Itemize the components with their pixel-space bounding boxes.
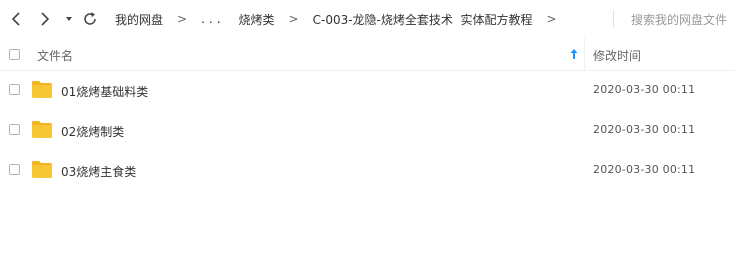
search-divider <box>613 10 614 28</box>
row-checkbox[interactable] <box>9 124 20 135</box>
breadcrumb-item-ellipsis[interactable]: ... <box>201 12 224 26</box>
folder-icon <box>32 161 52 178</box>
column-header-name[interactable]: 文件名 <box>37 47 73 64</box>
arrow-up-icon[interactable] <box>569 48 579 60</box>
file-modified-time: 2020-03-30 00:11 <box>593 83 696 96</box>
file-modified-time: 2020-03-30 00:11 <box>593 163 696 176</box>
breadcrumb-separator: > <box>546 12 557 26</box>
caret-down-icon <box>66 17 72 21</box>
row-checkbox[interactable] <box>9 164 20 175</box>
breadcrumb-separator: > <box>177 12 188 26</box>
breadcrumb: 我的网盘 > ... 烧烤类 > C-003-龙隐-烧烤全套技术 实体配方教程 … <box>115 0 571 38</box>
forward-button[interactable] <box>36 9 54 29</box>
breadcrumb-item-category[interactable]: 烧烤类 <box>239 11 275 28</box>
file-name[interactable]: 03烧烤主食类 <box>61 163 136 180</box>
toolbar: 我的网盘 > ... 烧烤类 > C-003-龙隐-烧烤全套技术 实体配方教程 … <box>0 0 735 38</box>
column-header-modified[interactable]: 修改时间 <box>593 47 641 64</box>
row-checkbox[interactable] <box>9 84 20 95</box>
file-name[interactable]: 02烧烤制类 <box>61 123 124 140</box>
refresh-button[interactable] <box>80 9 100 29</box>
refresh-icon <box>84 12 96 25</box>
file-list-header: 文件名 修改时间 <box>0 38 735 71</box>
chevron-left-icon <box>11 12 20 26</box>
breadcrumb-separator: > <box>288 12 299 26</box>
table-row[interactable]: 03烧烤主食类 2020-03-30 00:11 <box>0 150 735 190</box>
folder-icon <box>32 81 52 98</box>
file-modified-time: 2020-03-30 00:11 <box>593 123 696 136</box>
breadcrumb-item-current[interactable]: C-003-龙隐-烧烤全套技术 实体配方教程 <box>313 11 533 28</box>
breadcrumb-item-root[interactable]: 我的网盘 <box>115 11 163 28</box>
file-name[interactable]: 01烧烤基础料类 <box>61 83 148 100</box>
history-dropdown-button[interactable] <box>63 9 75 29</box>
select-all-checkbox[interactable] <box>9 49 20 60</box>
table-row[interactable]: 01烧烤基础料类 2020-03-30 00:11 <box>0 70 735 110</box>
back-button[interactable] <box>8 9 26 29</box>
table-row[interactable]: 02烧烤制类 2020-03-30 00:11 <box>0 110 735 150</box>
column-divider[interactable] <box>584 38 585 70</box>
search-input[interactable]: 搜索我的网盘文件 <box>631 11 727 28</box>
chevron-right-icon <box>41 12 50 26</box>
folder-icon <box>32 121 52 138</box>
